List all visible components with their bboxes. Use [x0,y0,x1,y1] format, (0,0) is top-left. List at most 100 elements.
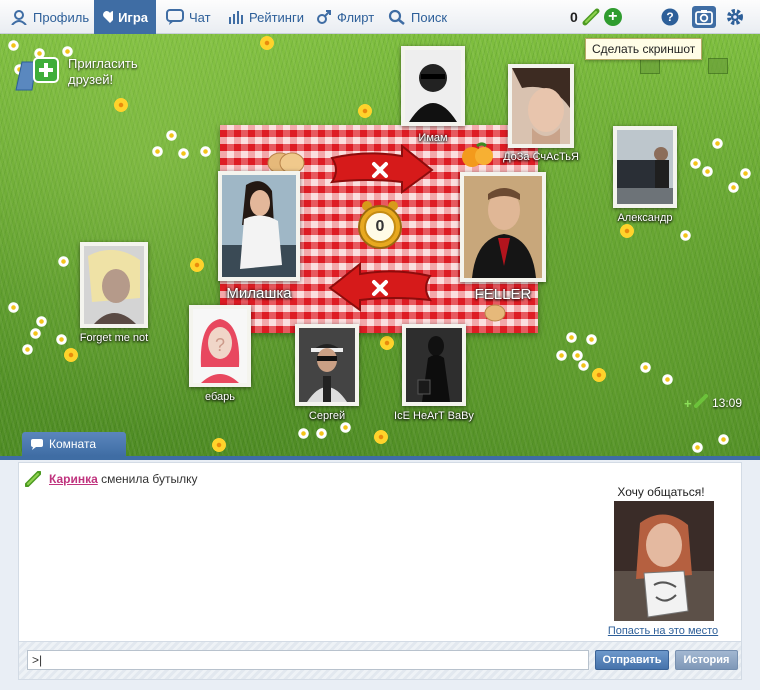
daisy-decoration [8,40,19,51]
daisy-decoration [166,130,177,141]
daisy-decoration [740,168,751,179]
player-feller[interactable]: FELLER [460,172,546,303]
nav-chat-label: Чат [189,9,211,25]
invite-friends-label: Пригласить друзей! [68,56,138,87]
screenshot-camera-icon[interactable] [692,6,716,28]
daisy-decoration [690,158,701,169]
nav-search[interactable]: Поиск [380,0,455,34]
avatar [405,50,461,122]
player-forget-me-not[interactable]: Forget me not [80,242,148,344]
daisy-decoration [22,344,33,355]
avatar [464,176,542,278]
daisy-decoration [680,230,691,241]
chat-message: Каринка сменила бутылку [25,471,198,487]
kiss-refuse-arrow-right[interactable] [328,143,436,197]
help-icon[interactable]: ? [660,7,680,27]
nav-flirt-label: Флирт [337,9,375,25]
search-icon [388,9,405,25]
settings-gear-icon[interactable] [725,7,745,27]
bottle-counter[interactable]: 0 [357,200,403,250]
player-milashka[interactable]: Милашка [218,171,300,302]
daisy-decoration [578,360,589,371]
svg-text:?: ? [666,10,673,24]
player-sergey[interactable]: Сергей [295,324,359,422]
player-alexander[interactable]: Александр [613,126,677,224]
avatar [512,68,570,144]
daisy-decoration [178,148,189,159]
chat-icon [166,9,184,25]
add-friend-icon [14,54,62,91]
daisy-decoration [298,428,309,439]
dandelion-decoration [64,348,78,362]
top-nav: Профиль Игра Чат Рейтинги Флирт Поиск 0 … [0,0,760,34]
daisy-decoration [152,146,163,157]
daisy-decoration [692,442,703,453]
nav-ratings-label: Рейтинги [249,9,304,25]
dandelion-decoration [374,430,388,444]
player-doza[interactable]: ДоЗа СчАсТьЯ [503,64,579,163]
player-imam[interactable]: Имам [401,46,465,144]
cucumber-icon [582,8,600,26]
ratings-icon [229,11,243,24]
daisy-decoration [718,434,729,445]
add-coins-button[interactable]: + [603,8,622,26]
nav-profile[interactable]: Профиль [2,0,97,34]
cucumber-icon [694,394,708,408]
chat-message-input[interactable] [27,650,589,670]
room-divider [0,456,760,460]
daisy-decoration [58,256,69,267]
dandelion-decoration [190,258,204,272]
daisy-decoration [566,332,577,343]
dandelion-decoration [114,98,128,112]
chat-message-author[interactable]: Каринка [49,472,98,486]
dandelion-decoration [592,368,606,382]
invite-friends-button[interactable]: Пригласить друзей! [14,54,158,91]
history-button[interactable]: История [675,650,738,670]
cucumber-icon [25,471,41,487]
phone-decoration-icon [708,58,728,74]
game-time: 13:09 [712,396,743,410]
nav-game[interactable]: Игра [94,0,156,34]
avatar [617,130,673,204]
nav-search-label: Поиск [411,9,448,25]
svg-text:?: ? [215,335,225,355]
daisy-decoration [556,350,567,361]
dandelion-decoration [380,336,394,350]
player-iceheart[interactable]: IcE HeArT BaBy [394,324,474,422]
player-name: IcE HeArT BaBy [394,410,474,422]
coins-counter: 0 + [570,0,622,34]
player-name: Forget me not [79,332,149,344]
player-name: Имам [418,132,448,144]
daisy-decoration [728,182,739,193]
chat-bubble-icon [31,438,43,450]
daisy-decoration [30,328,41,339]
daisy-decoration [36,316,47,327]
avatar [84,246,144,324]
avatar [299,328,355,402]
screenshot-tooltip: Сделать скриншот [585,38,703,60]
profile-icon [11,10,27,25]
nav-ratings[interactable]: Рейтинги [220,0,312,34]
want-chat-title: Хочу общаться! [617,485,705,499]
gender-icon [317,10,331,24]
take-this-place-link[interactable]: Попасть на это место [601,625,725,637]
daisy-decoration [340,422,351,433]
tab-room[interactable]: Комната [22,432,126,456]
nav-chat[interactable]: Чат [158,0,219,34]
tab-room-label: Комната [49,437,96,451]
coins-value: 0 [570,9,578,25]
nav-game-label: Игра [118,9,148,25]
player-name: ДоЗа СчАсТьЯ [503,151,579,163]
camera-decoration-icon [640,58,660,74]
daisy-decoration [200,146,211,157]
dandelion-decoration [358,104,372,118]
dandelion-decoration [260,36,274,50]
kiss-refuse-arrow-left[interactable] [326,261,434,315]
daisy-decoration [712,138,723,149]
daisy-decoration [662,374,673,385]
player-ebar[interactable]: ? ебарь [189,305,251,403]
heart-icon [103,11,114,23]
nav-flirt[interactable]: Флирт [308,0,382,34]
send-button[interactable]: Отправить [595,650,669,670]
featured-user-photo[interactable] [614,501,714,621]
